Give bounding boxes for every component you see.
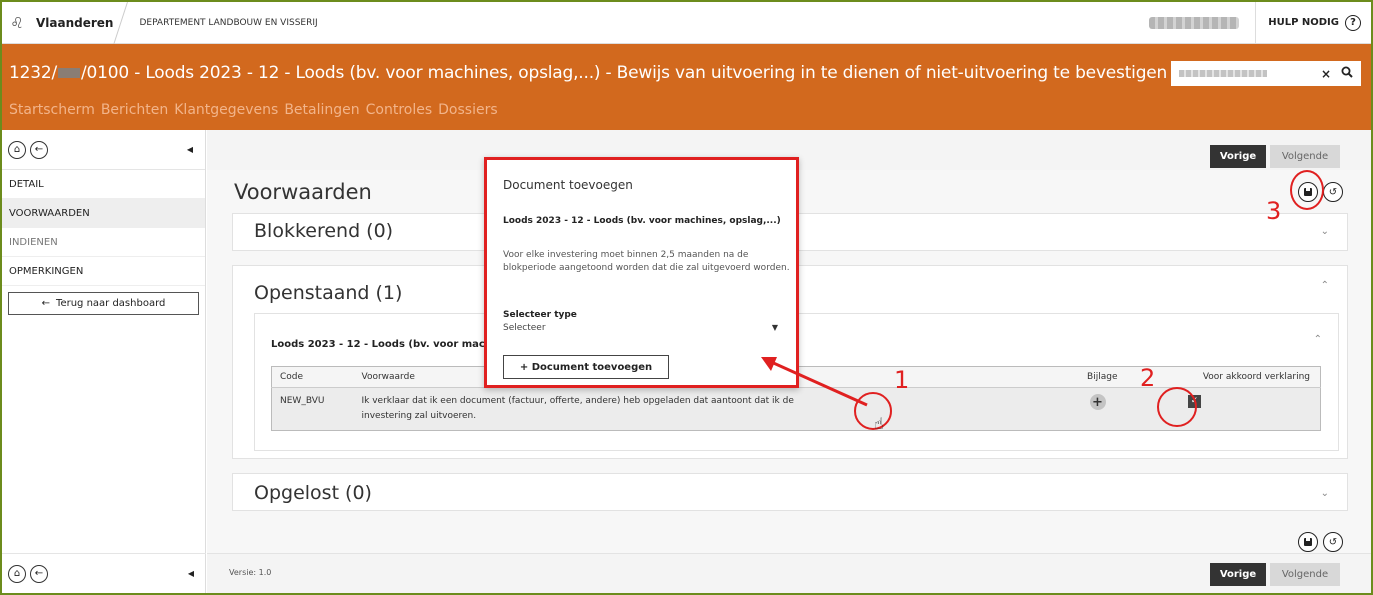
app-window: ♌ Vlaanderen DEPARTEMENT LANDBOUW EN VIS… (2, 2, 1371, 593)
user-name-redacted[interactable] (1149, 16, 1240, 29)
sidebar-item-indienen[interactable]: INDIENEN (2, 228, 205, 257)
annotation-ring-1 (854, 392, 892, 430)
brand-name[interactable]: Vlaanderen (32, 16, 121, 30)
chevron-up-icon[interactable]: ⌃ (1314, 334, 1322, 345)
nav-controles[interactable]: Controles (366, 102, 433, 118)
sidebar: ⌂ ← ◀ DETAIL VOORWAARDEN INDIENEN OPMERK… (2, 130, 206, 593)
annotation-number-2: 2 (1140, 364, 1156, 392)
collapse-icon[interactable]: ◀ (188, 569, 194, 578)
help-button[interactable]: HULP NODIG ? (1256, 14, 1371, 31)
back-icon[interactable]: ← (30, 140, 48, 159)
back-icon[interactable]: ← (30, 564, 48, 583)
popup-subtitle: Loods 2023 - 12 - Loods (bv. voor machin… (503, 216, 781, 226)
sidebar-item-voorwaarden[interactable]: VOORWAARDEN (2, 199, 205, 228)
case-title-prefix: 1232/ (9, 63, 57, 83)
arrow-left-icon: ← (41, 298, 51, 309)
header-search-field[interactable]: × (1171, 61, 1361, 86)
panel-title-openstaand[interactable]: Openstaand (1) (254, 282, 402, 304)
home-icon[interactable]: ⌂ (8, 140, 26, 159)
cursor-icon: ☝ (874, 414, 884, 433)
popup-description: Voor elke investering moet binnen 2,5 ma… (503, 250, 790, 273)
sidebar-tools: ⌂ ← ◀ (2, 130, 205, 170)
back-to-dashboard-label: Terug naar dashboard (56, 298, 166, 309)
prev-button[interactable]: Vorige (1210, 145, 1266, 168)
undo-icon[interactable]: ↺ (1323, 182, 1343, 202)
home-icon[interactable]: ⌂ (8, 564, 26, 583)
help-label: HULP NODIG (1268, 17, 1339, 28)
department-name: DEPARTEMENT LANDBOUW EN VISSERIJ (139, 17, 318, 28)
type-select-label: Selecteer type (503, 310, 577, 320)
clear-icon[interactable]: × (1321, 67, 1331, 81)
collapse-icon[interactable]: ◀ (187, 145, 193, 154)
annotation-number-1: 1 (894, 366, 910, 394)
nav-klantgegevens[interactable]: Klantgegevens (174, 102, 278, 118)
panel-opgelost[interactable]: Opgelost (0) ⌄ (232, 473, 1348, 511)
add-document-button[interactable]: + Document toevoegen (503, 355, 669, 379)
case-header: 1232/ /0100 - Loods 2023 - 12 - Loods (bv… (2, 44, 1371, 130)
sidebar-item-opmerkingen[interactable]: OPMERKINGEN (2, 257, 205, 286)
chevron-down-icon: ▼ (771, 323, 778, 332)
sidebar-bottom-tools: ⌂ ← ◀ (2, 553, 206, 593)
prev-button[interactable]: Vorige (1210, 563, 1266, 586)
panel-title-opgelost: Opgelost (0) (254, 482, 372, 504)
nav-berichten[interactable]: Berichten (101, 102, 168, 118)
next-button[interactable]: Volgende (1270, 563, 1340, 586)
nav-dossiers[interactable]: Dossiers (438, 102, 498, 118)
search-value-redacted (1179, 70, 1267, 77)
column-header-akkoord: Voor akkoord verklaring (1131, 366, 1321, 388)
annotation-ring-3 (1290, 170, 1324, 210)
popup-title: Document toevoegen (503, 178, 633, 192)
footer-bar: Versie: 1.0 Vorige Volgende (207, 553, 1371, 593)
condition-card-title: Loods 2023 - 12 - Loods (bv. voor machin (271, 339, 503, 350)
top-bar: ♌ Vlaanderen DEPARTEMENT LANDBOUW EN VIS… (2, 2, 1371, 44)
save-icon[interactable] (1298, 532, 1318, 552)
chevron-down-icon[interactable]: ⌄ (1321, 226, 1329, 237)
case-title-suffix: /0100 - Loods 2023 - 12 - Loods (bv. voo… (81, 63, 1168, 83)
type-select-value: Selecteer (503, 323, 546, 333)
annotation-ring-2 (1157, 387, 1197, 427)
help-icon: ? (1345, 14, 1361, 31)
page-title: Voorwaarden (234, 180, 372, 204)
nav-betalingen[interactable]: Betalingen (284, 102, 359, 118)
nav-startscherm[interactable]: Startscherm (9, 102, 95, 118)
chevron-up-icon[interactable]: ⌃ (1321, 280, 1329, 291)
annotation-number-3: 3 (1266, 197, 1282, 225)
separator (121, 2, 135, 44)
next-button[interactable]: Volgende (1270, 145, 1340, 168)
chevron-down-icon[interactable]: ⌄ (1321, 488, 1329, 499)
case-title: 1232/ /0100 - Loods 2023 - 12 - Loods (bv… (9, 63, 1167, 83)
panel-title-blokkerend: Blokkerend (0) (254, 220, 394, 242)
column-header-code: Code (271, 366, 354, 388)
sidebar-item-detail[interactable]: DETAIL (2, 170, 205, 199)
cell-code: NEW_BVU (271, 387, 354, 431)
version-label: Versie: 1.0 (229, 568, 272, 577)
back-to-dashboard-button[interactable]: ← Terug naar dashboard (8, 292, 199, 315)
search-icon[interactable] (1341, 66, 1353, 82)
add-document-popup: Document toevoegen Loods 2023 - 12 - Loo… (484, 157, 799, 388)
lion-icon: ♌ (10, 13, 24, 32)
type-select[interactable]: Selecteer ▼ (503, 323, 778, 333)
redacted-number (58, 68, 80, 78)
add-attachment-button[interactable]: + (1089, 394, 1106, 410)
main-nav: Startscherm Berichten Klantgegevens Beta… (9, 102, 498, 118)
undo-icon[interactable]: ↺ (1323, 532, 1343, 552)
